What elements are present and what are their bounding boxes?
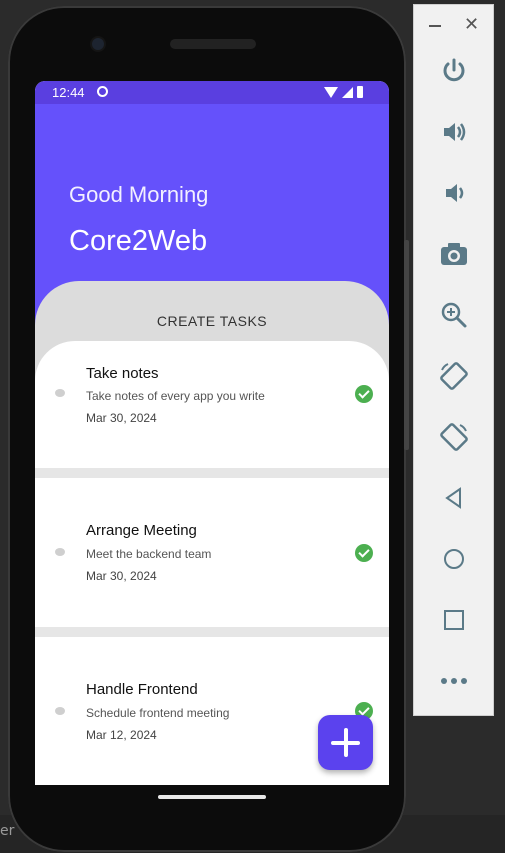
divider xyxy=(35,627,389,637)
home-indicator[interactable] xyxy=(158,795,266,799)
minimize-icon[interactable] xyxy=(429,25,441,27)
task-date: Mar 30, 2024 xyxy=(86,569,157,583)
volume-up-icon[interactable] xyxy=(438,116,470,148)
emulator-toolbar: ✕ xyxy=(413,4,494,716)
sync-icon xyxy=(97,86,108,97)
add-task-button[interactable] xyxy=(318,715,373,770)
task-title: Arrange Meeting xyxy=(86,522,197,539)
app-title: Core2Web xyxy=(69,225,208,257)
battery-icon xyxy=(357,86,363,98)
phone-side-button xyxy=(404,240,409,450)
task-title: Take notes xyxy=(86,365,159,382)
wifi-icon xyxy=(324,86,338,98)
close-icon[interactable]: ✕ xyxy=(464,16,479,34)
status-time: 12:44 xyxy=(52,85,85,100)
phone-frame: 12:44 Good Morning Core2Web CREATE TASKS… xyxy=(8,6,406,852)
task-card[interactable]: Arrange Meeting Meet the backend team Ma… xyxy=(35,478,389,626)
section-title: CREATE TASKS xyxy=(156,313,268,329)
more-icon[interactable] xyxy=(438,665,470,697)
divider xyxy=(35,468,389,478)
bullet-icon xyxy=(55,707,65,715)
camera-icon[interactable] xyxy=(438,238,470,270)
greeting-text: Good Morning xyxy=(69,182,209,207)
bullet-icon xyxy=(55,389,65,397)
bullet-icon xyxy=(55,548,65,556)
home-icon[interactable] xyxy=(438,543,470,575)
status-icons xyxy=(324,86,363,98)
signal-icon xyxy=(342,86,353,98)
check-icon[interactable] xyxy=(355,385,373,403)
overview-icon[interactable] xyxy=(438,604,470,636)
task-description: Meet the backend team xyxy=(86,547,212,561)
task-title: Handle Frontend xyxy=(86,681,198,698)
task-date: Mar 30, 2024 xyxy=(86,411,157,425)
check-icon[interactable] xyxy=(355,544,373,562)
app-screen: 12:44 Good Morning Core2Web CREATE TASKS… xyxy=(35,81,389,785)
rotate-left-icon[interactable] xyxy=(438,360,470,392)
power-icon[interactable] xyxy=(438,55,470,87)
back-icon[interactable] xyxy=(438,482,470,514)
task-date: Mar 12, 2024 xyxy=(86,728,157,742)
task-card[interactable]: Take notes Take notes of every app you w… xyxy=(35,341,389,467)
zoom-icon[interactable] xyxy=(438,299,470,331)
task-description: Take notes of every app you write xyxy=(86,389,265,403)
front-camera xyxy=(92,38,104,50)
task-description: Schedule frontend meeting xyxy=(86,706,230,720)
status-bar: 12:44 xyxy=(35,81,389,104)
desktop-edge-text: er xyxy=(0,823,15,839)
volume-down-icon[interactable] xyxy=(438,177,470,209)
earpiece-speaker xyxy=(170,39,256,49)
rotate-right-icon[interactable] xyxy=(438,421,470,453)
